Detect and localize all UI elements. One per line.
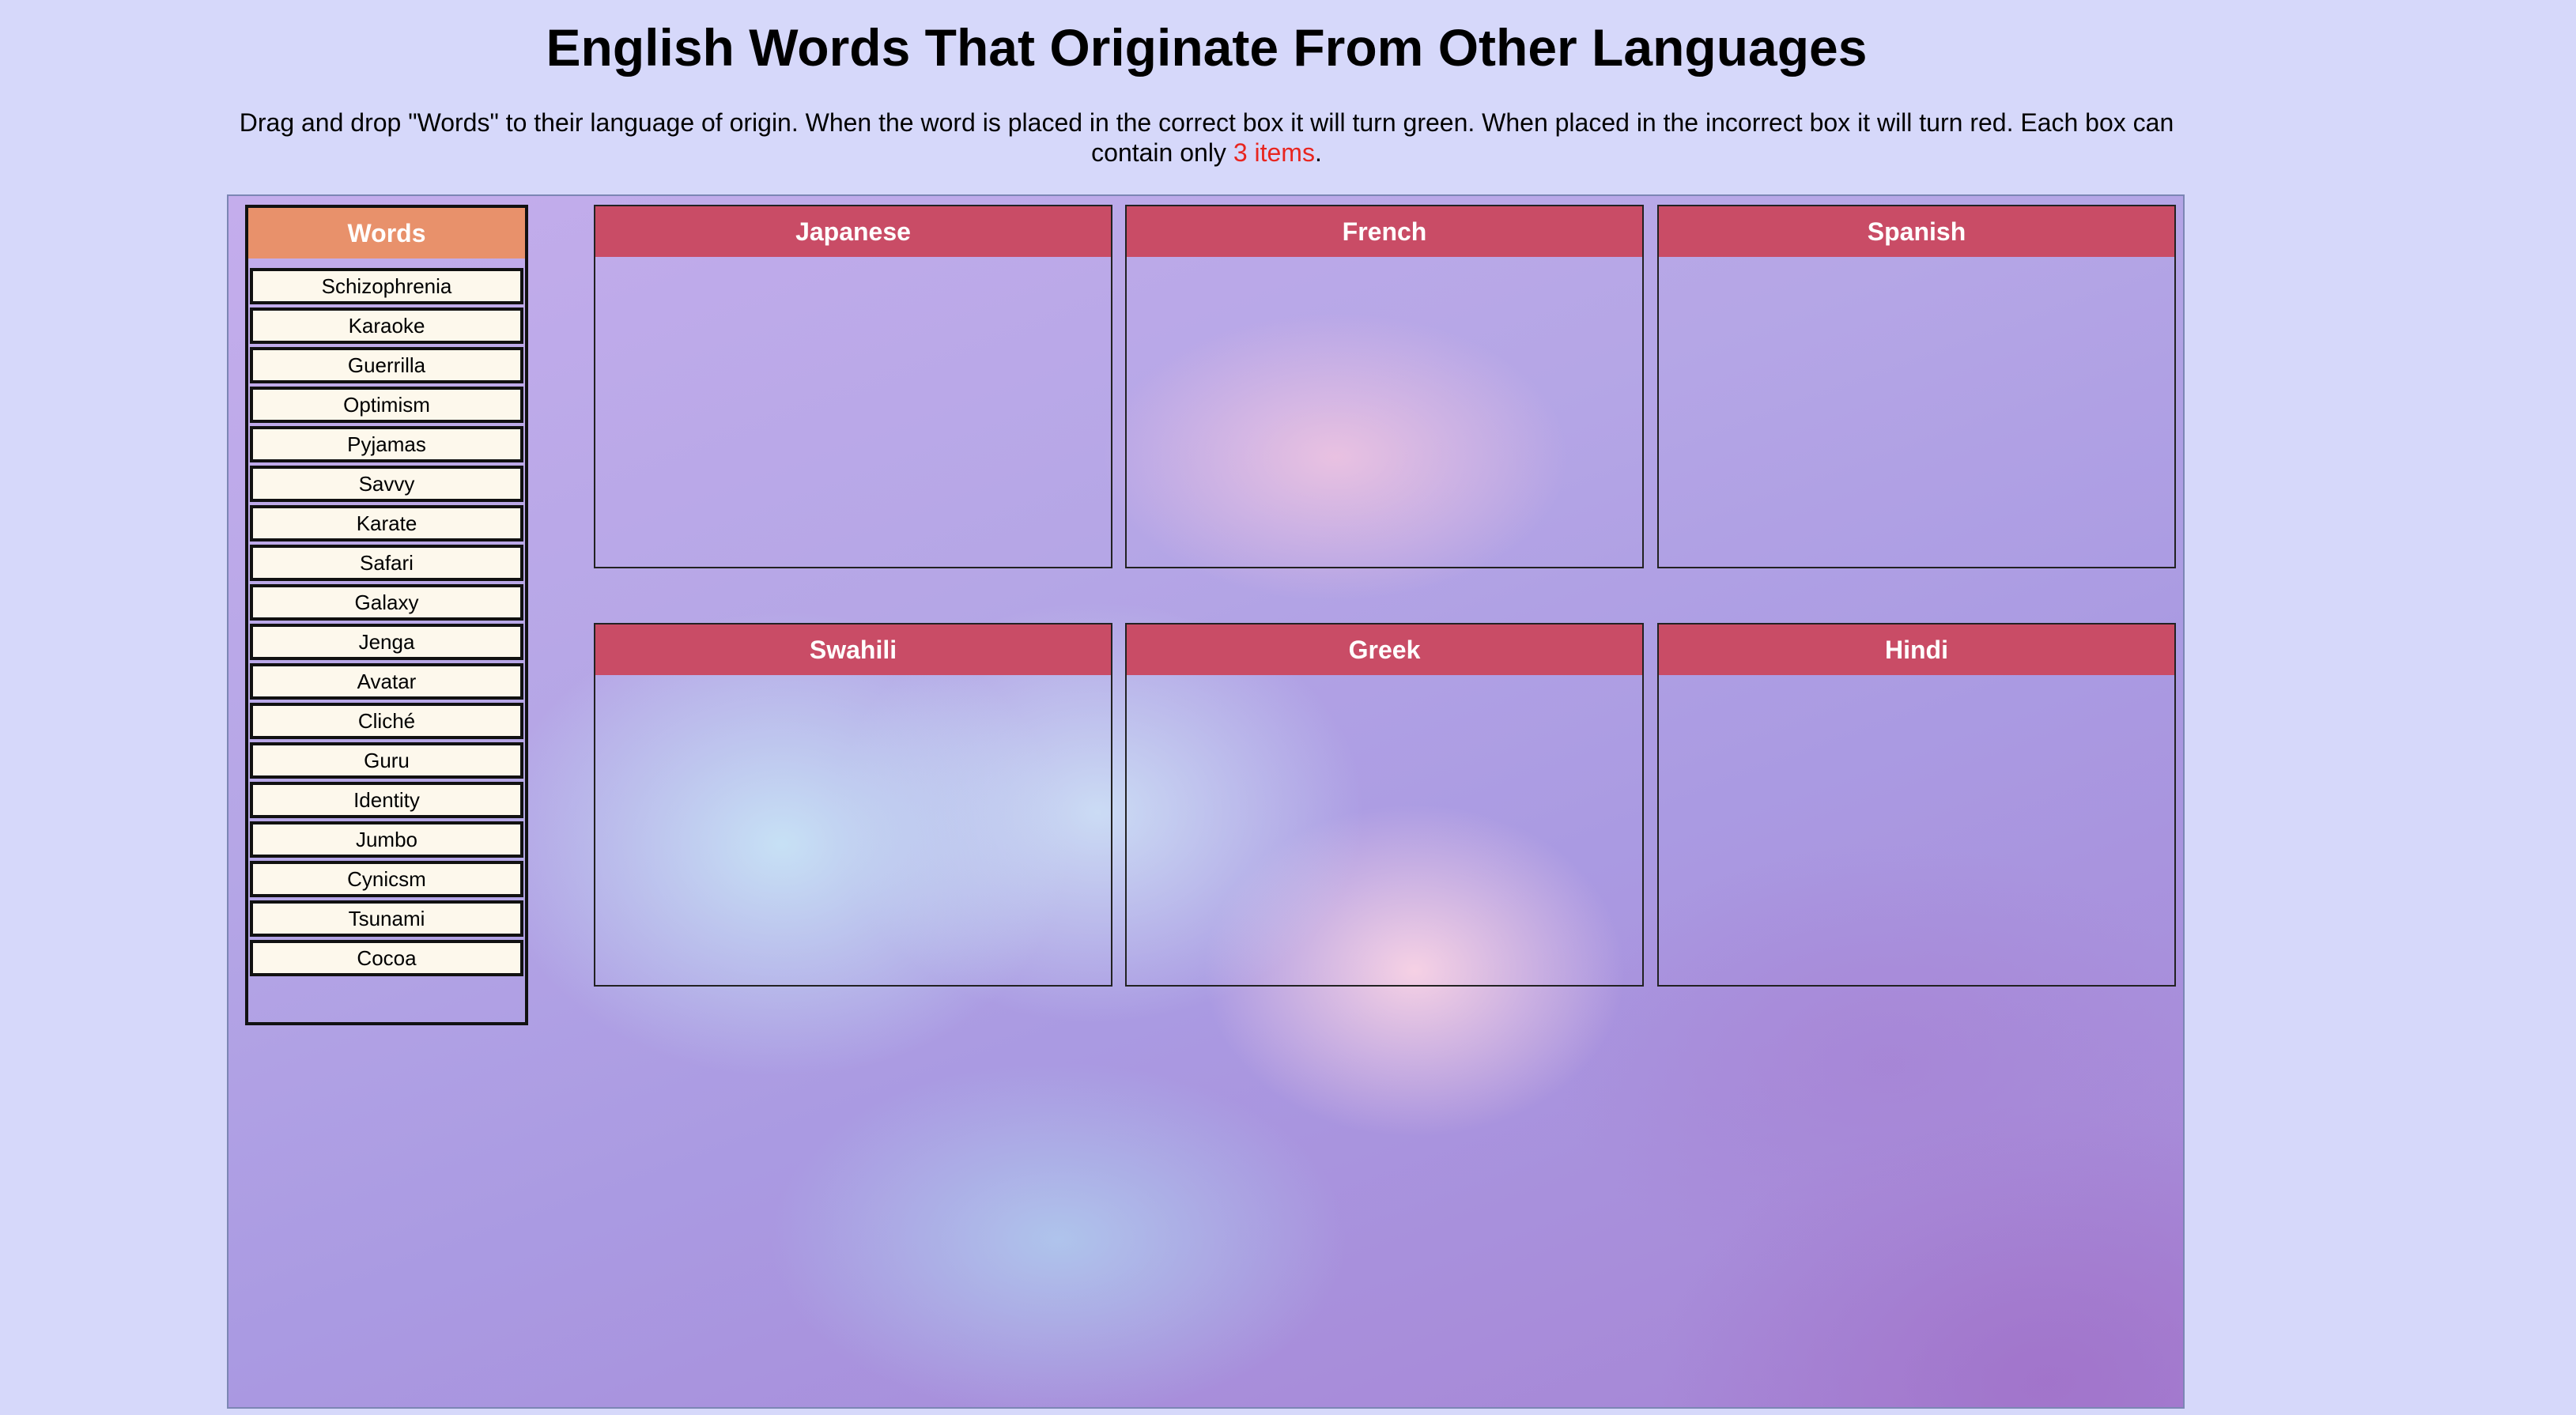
item-limit: 3 items: [1233, 138, 1315, 167]
drop-zone-area[interactable]: [1127, 675, 1642, 985]
drop-zone-area[interactable]: [595, 675, 1111, 985]
drop-zone-greek[interactable]: Greek: [1125, 623, 1644, 987]
drop-zone-hindi[interactable]: Hindi: [1657, 623, 2176, 987]
word-card[interactable]: Jumbo: [250, 821, 523, 858]
instructions-end: .: [1314, 138, 1322, 167]
word-card[interactable]: Safari: [250, 545, 523, 581]
drop-zone-area[interactable]: [595, 257, 1111, 567]
drop-zone-title: Greek: [1127, 624, 1642, 675]
word-card[interactable]: Karaoke: [250, 308, 523, 344]
word-bank[interactable]: Words Schizophrenia Karaoke Guerrilla Op…: [245, 205, 528, 1025]
drop-zone-area[interactable]: [1659, 675, 2174, 985]
word-card[interactable]: Identity: [250, 782, 523, 818]
game-area: Words Schizophrenia Karaoke Guerrilla Op…: [227, 194, 2185, 1409]
word-card[interactable]: Karate: [250, 505, 523, 541]
word-card[interactable]: Cynicsm: [250, 861, 523, 897]
drop-zone-title: Swahili: [595, 624, 1111, 675]
word-card[interactable]: Guru: [250, 742, 523, 779]
word-list: Schizophrenia Karaoke Guerrilla Optimism…: [250, 268, 523, 979]
word-card[interactable]: Pyjamas: [250, 426, 523, 462]
word-bank-title: Words: [248, 208, 525, 258]
word-card[interactable]: Avatar: [250, 663, 523, 700]
drop-zone-japanese[interactable]: Japanese: [594, 205, 1112, 568]
drop-zone-title: Japanese: [595, 206, 1111, 257]
drop-zone-title: Spanish: [1659, 206, 2174, 257]
word-card[interactable]: Cliché: [250, 703, 523, 739]
drop-zone-spanish[interactable]: Spanish: [1657, 205, 2176, 568]
drop-zone-title: French: [1127, 206, 1642, 257]
word-card[interactable]: Guerrilla: [250, 347, 523, 383]
instructions-text: Drag and drop "Words" to their language …: [239, 108, 2174, 167]
drop-zone-swahili[interactable]: Swahili: [594, 623, 1112, 987]
word-card[interactable]: Optimism: [250, 387, 523, 423]
word-card[interactable]: Jenga: [250, 624, 523, 660]
instructions: Drag and drop "Words" to their language …: [229, 108, 2184, 168]
drop-zone-title: Hindi: [1659, 624, 2174, 675]
drop-zone-french[interactable]: French: [1125, 205, 1644, 568]
word-card[interactable]: Schizophrenia: [250, 268, 523, 304]
drop-zone-area[interactable]: [1659, 257, 2174, 567]
word-card[interactable]: Savvy: [250, 466, 523, 502]
word-card[interactable]: Cocoa: [250, 940, 523, 976]
word-card[interactable]: Tsunami: [250, 900, 523, 937]
word-card[interactable]: Galaxy: [250, 584, 523, 621]
drop-zone-area[interactable]: [1127, 257, 1642, 567]
page-title: English Words That Originate From Other …: [546, 18, 1868, 77]
